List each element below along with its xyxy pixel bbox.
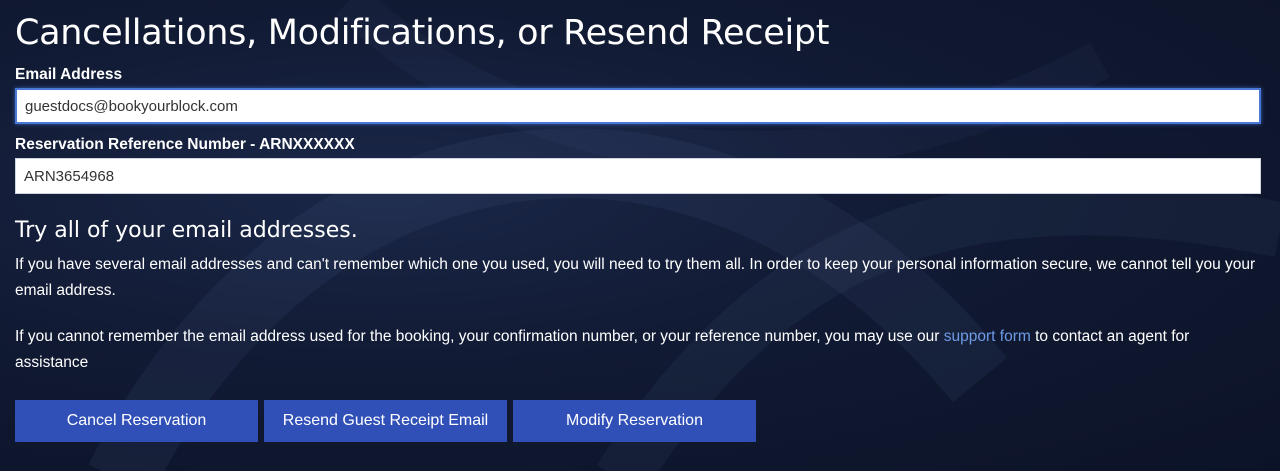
email-label: Email Address (15, 66, 123, 83)
cancel-reservation-button[interactable]: Cancel Reservation (15, 400, 258, 442)
email-field[interactable] (15, 88, 1261, 124)
reference-number-field[interactable] (15, 158, 1261, 194)
page-title: Cancellations, Modifications, or Resend … (15, 13, 830, 53)
info-paragraph-email: If you have several email addresses and … (15, 256, 1256, 299)
reservation-lookup-panel: Cancellations, Modifications, or Resend … (0, 0, 1280, 442)
reference-number-label: Reservation Reference Number - ARNXXXXXX (15, 136, 355, 153)
resend-receipt-button[interactable]: Resend Guest Receipt Email (264, 400, 507, 442)
support-text-before: If you cannot remember the email address… (15, 328, 944, 345)
modify-reservation-button[interactable]: Modify Reservation (513, 400, 756, 442)
action-buttons: Cancel Reservation Resend Guest Receipt … (15, 400, 1265, 442)
info-heading: Try all of your email addresses. (15, 218, 358, 243)
support-form-link[interactable]: support form (944, 328, 1031, 345)
info-paragraph-support: If you cannot remember the email address… (15, 324, 1265, 376)
